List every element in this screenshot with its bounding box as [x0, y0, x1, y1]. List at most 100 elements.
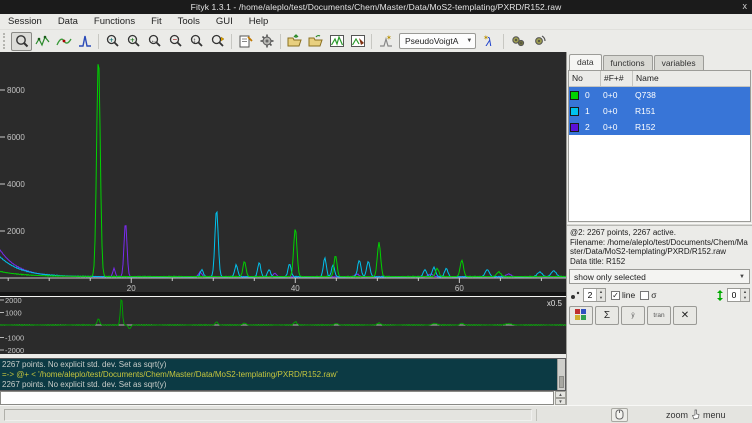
- delete-dataset-button[interactable]: ✕: [673, 306, 697, 325]
- folder-refresh-icon: [308, 33, 324, 49]
- line-checkbox[interactable]: ✓ line: [611, 290, 635, 300]
- tab-data[interactable]: data: [569, 54, 602, 70]
- dataset-table-header: No #F+# Name: [569, 71, 750, 87]
- menu-item-help[interactable]: Help: [249, 16, 269, 27]
- dataset-info: @2: 2267 points, 2267 active.Filename: /…: [567, 227, 752, 267]
- zoom-out-button[interactable]: −: [165, 32, 186, 51]
- toolbar-grip[interactable]: [3, 33, 8, 49]
- auxiliary-plot[interactable]: 20001000-1000-2000x0.5: [0, 297, 566, 354]
- checkbox-unchecked-icon[interactable]: [640, 291, 649, 300]
- lambda-star-icon: λ✶: [482, 33, 498, 49]
- menu-bar: Session Data Functions Fit Tools GUI Help: [0, 14, 752, 30]
- filter-dropdown[interactable]: show only selected ▼: [569, 269, 750, 284]
- background-mode-button[interactable]: [53, 32, 74, 51]
- down-icon[interactable]: ▼: [597, 295, 605, 301]
- toolbar-separator: [503, 34, 504, 49]
- main-plot[interactable]: 2000400060008000204060: [0, 52, 566, 292]
- shift-updown-icon: [715, 289, 725, 302]
- mouse-icon: [615, 409, 624, 420]
- toolbar-separator: [280, 34, 281, 49]
- history-spinner[interactable]: ▲▼: [555, 391, 566, 405]
- window-title: Fityk 1.3.1 - /home/aleplo/test/Document…: [0, 2, 752, 12]
- mouse-mode-button[interactable]: [611, 408, 628, 422]
- checkbox-checked-icon[interactable]: ✓: [611, 291, 620, 300]
- sigma-checkbox[interactable]: σ: [640, 290, 656, 300]
- export-plot-button[interactable]: [347, 32, 368, 51]
- column-header-name: Name: [633, 71, 750, 86]
- filter-dropdown-value: show only selected: [574, 272, 739, 282]
- menu-item-session[interactable]: Session: [8, 16, 42, 27]
- function-type-value: PseudoVoigtA: [405, 36, 458, 46]
- magnifier-undo-icon: [210, 33, 226, 49]
- point-size-stepper[interactable]: 2 ▲▼: [583, 288, 606, 302]
- fit-run-button[interactable]: [507, 32, 528, 51]
- zoom-vertical-button[interactable]: ↕: [186, 32, 207, 51]
- zoom-previous-button[interactable]: [207, 32, 228, 51]
- table-row[interactable]: 10+0R151: [569, 103, 750, 119]
- gear-undo-icon: [531, 33, 547, 49]
- dataset-color-swatch: [570, 91, 579, 100]
- cell-name: R152: [632, 122, 658, 132]
- svg-text:20: 20: [127, 284, 136, 292]
- dataset-table-body: 00+0Q73810+0R15120+0R152: [569, 87, 750, 135]
- plots-column: 2000400060008000204060 20001000-1000-200…: [0, 52, 566, 405]
- output-console[interactable]: 2267 points. No explicit std. dev. Set a…: [0, 358, 566, 391]
- script-editor-button[interactable]: [235, 32, 256, 51]
- stepper-arrows[interactable]: ▲▼: [740, 289, 749, 301]
- console-scrollbar[interactable]: [557, 359, 565, 390]
- add-function-button[interactable]: λ✶: [479, 32, 500, 51]
- sidebar-splitter[interactable]: [567, 223, 752, 226]
- info-line: Filename: /home/aleplo/test/Documents/Ch…: [570, 238, 749, 257]
- status-message-panel: [4, 409, 532, 421]
- tab-functions[interactable]: functions: [603, 55, 653, 70]
- history-down-icon[interactable]: ▼: [555, 398, 566, 405]
- shift-stepper[interactable]: 0 ▲▼: [727, 288, 750, 302]
- menu-item-fit[interactable]: Fit: [151, 16, 162, 27]
- toolbar-separator: [231, 34, 232, 49]
- copy-data-button[interactable]: ŷ: [621, 306, 645, 325]
- svg-text:✶: ✶: [483, 34, 489, 42]
- fit-undo-button[interactable]: [528, 32, 549, 51]
- svg-text:6000: 6000: [7, 133, 25, 142]
- menu-item-data[interactable]: Data: [58, 16, 78, 27]
- table-row[interactable]: 00+0Q738: [569, 87, 750, 103]
- auto-add-peak-button[interactable]: ✶: [375, 32, 396, 51]
- settings-button[interactable]: [256, 32, 277, 51]
- reload-data-button[interactable]: [305, 32, 326, 51]
- magnifier-icon: [14, 33, 30, 49]
- table-row[interactable]: 20+0R152: [569, 119, 750, 135]
- menu-item-gui[interactable]: GUI: [216, 16, 233, 27]
- chevron-down-icon: ▼: [466, 38, 472, 44]
- open-data-button[interactable]: [284, 32, 305, 51]
- zoom-in-button[interactable]: +: [123, 32, 144, 51]
- down-icon[interactable]: ▼: [741, 295, 749, 301]
- color-grid-icon: [575, 309, 587, 321]
- zoom-all-button[interactable]: +: [102, 32, 123, 51]
- stepper-arrows[interactable]: ▲▼: [596, 289, 605, 301]
- sigma-checkbox-label: σ: [651, 290, 656, 300]
- data-range-mode-button[interactable]: [32, 32, 53, 51]
- command-input-row: ▲▼: [0, 391, 566, 405]
- point-size-value: 2: [584, 289, 596, 301]
- menu-item-tools[interactable]: Tools: [178, 16, 200, 27]
- point-size-icon: [569, 289, 581, 301]
- tab-variables[interactable]: variables: [654, 55, 704, 70]
- close-button[interactable]: x: [743, 1, 748, 11]
- auto-peak-star-icon: ✶: [378, 33, 394, 49]
- zoom-left-button[interactable]: ←: [144, 32, 165, 51]
- svg-text:1000: 1000: [5, 309, 22, 318]
- function-type-select[interactable]: PseudoVoigtA ▼: [399, 33, 476, 49]
- fityk-window: Fityk 1.3.1 - /home/aleplo/test/Document…: [0, 0, 752, 423]
- transform-data-button[interactable]: tran: [647, 306, 671, 325]
- add-peak-mode-button[interactable]: [74, 32, 95, 51]
- zoom-mode-button[interactable]: [11, 32, 32, 51]
- command-input[interactable]: [0, 391, 554, 405]
- cell-no: 2: [582, 122, 600, 132]
- scrollbar-thumb[interactable]: [559, 376, 564, 388]
- save-image-button[interactable]: [326, 32, 347, 51]
- color-gradient-button[interactable]: [569, 306, 593, 325]
- mouse-hint: zoom menu: [666, 409, 726, 420]
- history-up-icon[interactable]: ▲: [555, 391, 566, 398]
- menu-item-functions[interactable]: Functions: [94, 16, 135, 27]
- sum-datasets-button[interactable]: Σ: [595, 306, 619, 325]
